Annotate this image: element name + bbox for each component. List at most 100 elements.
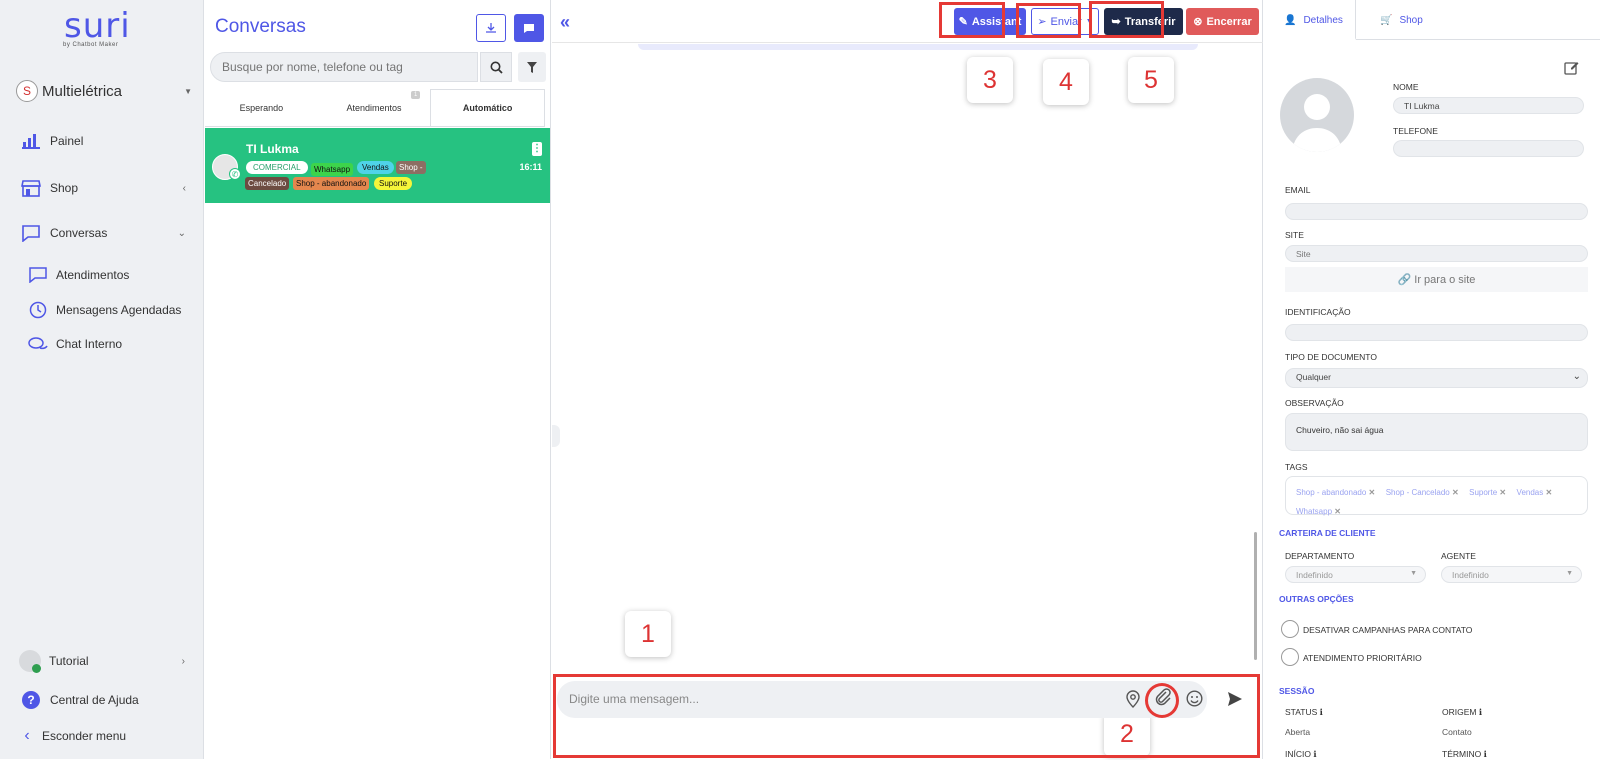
field-label: OBSERVAÇÃO: [1285, 398, 1344, 408]
tab-shop[interactable]: 🛒 Shop: [1380, 0, 1423, 40]
agent-select[interactable]: Indefinido ▼: [1441, 566, 1582, 583]
tab-count-badge: 1: [411, 91, 421, 99]
cart-icon: 🛒: [1380, 14, 1393, 26]
chevron-down-icon: ⌄: [177, 227, 186, 239]
company-logo-icon: S: [16, 80, 38, 102]
chevron-left-icon: ‹: [182, 182, 186, 194]
nav-chat-interno-label: Chat Interno: [56, 337, 123, 351]
search-icon: [490, 61, 503, 74]
contact-details-panel: 👤 Detalhes 🛒 Shop NOME TI Lukma TELEFONE E…: [1264, 0, 1600, 759]
new-chat-button[interactable]: [514, 14, 544, 42]
field-label: IDENTIFICAÇÃO: [1285, 307, 1351, 317]
search-input[interactable]: [210, 52, 478, 82]
highlight-box: [1089, 1, 1164, 38]
caret-down-icon: ▼: [1566, 570, 1573, 577]
field-label: ORIGEM ℹ: [1442, 707, 1483, 717]
nav-mensagens-label: Mensagens Agendadas: [56, 303, 182, 317]
contact-name: TI Lukma: [246, 142, 299, 156]
section-title: OUTRAS OPÇÕES: [1279, 594, 1354, 604]
details-tabs: 👤 Detalhes 🛒 Shop: [1264, 0, 1600, 40]
scrollbar-thumb[interactable]: [1254, 532, 1257, 660]
nav-mensagens-agendadas[interactable]: Mensagens Agendadas: [28, 300, 181, 320]
nav-conversas[interactable]: Conversas ⌄: [20, 223, 186, 243]
email-field[interactable]: [1285, 203, 1588, 220]
chevron-down-icon: ⌄: [1572, 371, 1581, 382]
chevron-left-icon: ‹: [24, 727, 30, 744]
tags-input[interactable]: Shop - abandonado ✕ Shop - Cancelado ✕ S…: [1285, 476, 1588, 516]
nav-esconder-menu[interactable]: ‹ Esconder menu: [20, 726, 186, 746]
search-button[interactable]: [480, 52, 512, 82]
tab-esperando[interactable]: Esperando: [205, 89, 318, 126]
logo-subtitle: by Chatbot Maker: [63, 42, 119, 48]
nav-atendimentos-label: Atendimentos: [56, 268, 130, 282]
tab-detalhes[interactable]: 👤 Detalhes: [1284, 0, 1343, 40]
contact-avatar: [1280, 78, 1354, 152]
conversation-item[interactable]: ✆ TI Lukma ⋮ 16:11 COMERCIAL Whatsapp Ve…: [205, 128, 550, 203]
info-icon: ℹ: [1313, 749, 1317, 759]
tag-badge: Shop - abandonado: [293, 177, 370, 190]
section-title: CARTEIRA DE CLIENTE: [1279, 528, 1376, 538]
nav-atendimentos[interactable]: Atendimentos: [28, 265, 129, 285]
download-button[interactable]: [476, 14, 506, 42]
phone-field[interactable]: [1393, 140, 1584, 157]
field-label: SITE: [1285, 230, 1304, 240]
caret-down-icon: ▼: [184, 86, 192, 96]
download-icon: [486, 23, 496, 33]
tag-badge: Shop -: [396, 161, 426, 174]
tag-chip: Shop - Cancelado ✕: [1385, 488, 1459, 497]
nav-central-ajuda[interactable]: ? Central de Ajuda: [20, 690, 186, 710]
site-field[interactable]: Site: [1285, 245, 1588, 262]
annotation-marker: 1: [625, 611, 671, 657]
toggle-disable-campaigns[interactable]: [1281, 620, 1299, 638]
status-value: Aberta: [1285, 727, 1311, 737]
department-select[interactable]: Indefinido ▼: [1285, 566, 1426, 583]
double-chevron-left-icon[interactable]: «: [560, 12, 570, 33]
conversation-tabs: Esperando Atendimentos 1 Automático: [205, 89, 546, 127]
origin-value: Contato: [1442, 727, 1472, 737]
clock-icon: [28, 300, 48, 320]
name-field[interactable]: TI Lukma: [1393, 97, 1584, 114]
tab-atendimentos[interactable]: Atendimentos 1: [318, 89, 431, 126]
identification-field[interactable]: [1285, 324, 1588, 341]
chat-bubbles-icon: [28, 334, 48, 354]
company-selector[interactable]: S Multielétrica ▼: [16, 80, 192, 102]
nav-painel[interactable]: Painel: [20, 131, 186, 151]
link-icon: 🔗: [1397, 274, 1412, 286]
tag-badge: Whatsapp: [311, 163, 354, 176]
field-label: NOME: [1393, 82, 1419, 92]
bar-chart-icon: [20, 131, 42, 151]
filter-button[interactable]: [518, 52, 546, 82]
nav-conversas-label: Conversas: [50, 226, 108, 240]
message-bubble-edge: [552, 425, 560, 447]
section-title: SESSÃO: [1279, 686, 1315, 696]
chat-bubble-icon: [28, 265, 48, 285]
nav-tutorial[interactable]: Tutorial ›: [19, 650, 185, 673]
chat-bubble-icon: [20, 223, 42, 243]
tag-chip: Shop - abandonado ✕: [1296, 488, 1376, 497]
whatsapp-icon: ✆: [229, 168, 241, 180]
chevron-right-icon: ›: [181, 655, 185, 667]
kebab-menu-icon[interactable]: ⋮: [532, 142, 542, 156]
tag-badge: Vendas: [357, 161, 394, 174]
field-label: DEPARTAMENTO: [1285, 551, 1355, 561]
edit-icon[interactable]: [1564, 60, 1579, 80]
document-type-select[interactable]: Qualquer ⌄: [1285, 368, 1588, 388]
ir-para-site-button[interactable]: 🔗 Ir para o site: [1285, 267, 1588, 292]
conversation-list-panel: Conversas Esperando Atendimentos 1 Autom…: [205, 0, 551, 759]
field-label: EMAIL: [1285, 185, 1311, 195]
nav-chat-interno[interactable]: Chat Interno: [28, 334, 122, 354]
observation-textarea[interactable]: Chuveiro, não sai água: [1285, 413, 1588, 451]
stop-icon: ⊗: [1193, 16, 1203, 28]
nav-esconder-label: Esconder menu: [42, 729, 127, 743]
field-label: TIPO DE DOCUMENTO: [1285, 352, 1377, 362]
tag-chip: Vendas ✕: [1516, 488, 1553, 497]
message-bubble-edge: [638, 44, 1198, 50]
nav-shop[interactable]: Shop ‹: [20, 178, 186, 198]
tab-automatico[interactable]: Automático: [430, 89, 546, 126]
highlight-circle: [1145, 683, 1179, 718]
toggle-priority[interactable]: [1281, 648, 1299, 666]
encerrar-button[interactable]: ⊗ Encerrar: [1186, 8, 1259, 35]
store-icon: [20, 178, 42, 198]
suri-logo: suri: [64, 6, 131, 46]
field-label: INÍCIO ℹ: [1285, 749, 1317, 759]
